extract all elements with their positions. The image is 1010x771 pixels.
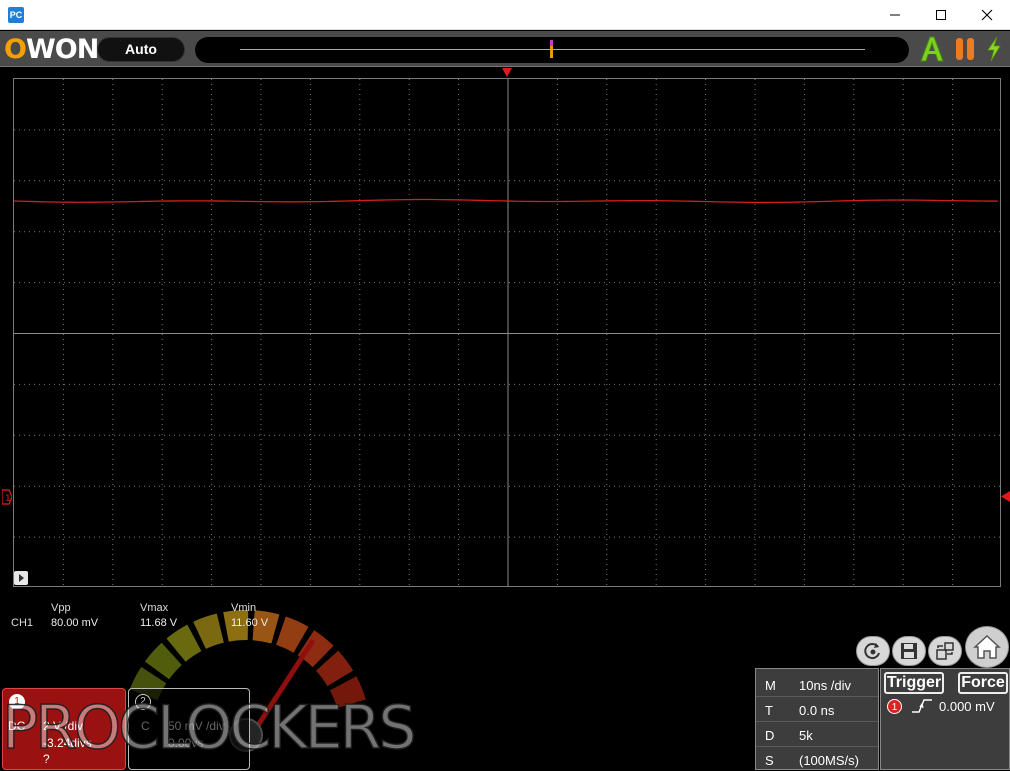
trigger-panel[interactable]: Trigger Force 1 0.000 mV <box>880 668 1010 770</box>
ch2-number-badge: 2 <box>135 694 151 710</box>
reset-button[interactable] <box>856 636 890 666</box>
timeline-position-marker[interactable] <box>550 40 553 58</box>
meas-label-vmax: Vmax <box>140 602 169 614</box>
close-icon <box>981 9 993 21</box>
force-button[interactable]: Force <box>958 672 1008 694</box>
pause-icon[interactable] <box>954 37 976 61</box>
meas-value-vmin: 11.60 V <box>231 617 269 629</box>
horizontal-position-bar[interactable] <box>195 37 909 63</box>
window-title-bar: PC <box>0 0 1010 30</box>
refresh-icon <box>864 643 880 660</box>
timebase-value: (100MS/s) <box>799 753 859 768</box>
transfer-button[interactable] <box>928 636 962 666</box>
app-icon: PC <box>8 7 24 23</box>
meas-label-vmin: Vmin <box>231 602 257 614</box>
timebase-value: 5k <box>799 728 813 743</box>
logo-text: WON <box>25 33 99 65</box>
owon-logo: O WON <box>4 33 99 65</box>
timebase-row[interactable]: T 0.0 ns <box>756 698 878 722</box>
toolbar: O WON Auto <box>0 31 1010 67</box>
ch2-panel[interactable]: 2 C 50 mV /div 0.00vs <box>128 688 250 770</box>
maximize-button[interactable] <box>918 0 964 30</box>
lightning-icon[interactable] <box>985 36 1003 62</box>
timebase-value: 10ns /div <box>799 678 852 693</box>
meas-channel-label: CH1 <box>11 617 34 629</box>
trigger-position-marker[interactable] <box>502 68 512 77</box>
save-icon <box>901 643 917 659</box>
graticule <box>14 79 1000 586</box>
auto-set-icon[interactable] <box>919 35 945 63</box>
meas-value-vpp: 80.00 mV <box>51 617 99 629</box>
trigger-level-value: 0.000 mV <box>939 699 995 714</box>
timebase-key: M <box>765 678 776 693</box>
ch2-offset: 0.00vs <box>168 736 204 750</box>
minimize-button[interactable] <box>872 0 918 30</box>
minimize-icon <box>890 14 900 16</box>
ch1-panel[interactable]: 1 DC 2 V /div -3.24divs ? <box>2 688 126 770</box>
rising-edge-icon <box>912 699 932 713</box>
meas-label-vpp: Vpp <box>51 602 71 614</box>
logo-accent: O <box>4 33 27 65</box>
timebase-panel[interactable]: M 10ns /div T 0.0 ns D 5k S (100MS/s) <box>755 668 879 770</box>
menu-expand-button[interactable] <box>14 571 28 585</box>
ch2-scale: 50 mV /div <box>168 719 225 733</box>
timebase-row[interactable]: M 10ns /div <box>756 673 878 697</box>
waveform-display[interactable] <box>13 78 1001 587</box>
timebase-key: S <box>765 753 774 768</box>
trigger-level-marker[interactable] <box>1001 491 1010 502</box>
timebase-row[interactable]: D 5k <box>756 723 878 747</box>
timebase-key: D <box>765 728 775 743</box>
ch1-trace <box>14 198 999 204</box>
home-icon <box>973 634 1001 659</box>
svg-text:1: 1 <box>5 494 11 504</box>
maximize-icon <box>936 10 946 20</box>
play-icon <box>19 574 24 582</box>
ch1-scale: 2 V /div <box>43 719 84 733</box>
save-button[interactable] <box>892 636 926 666</box>
timebase-key: T <box>765 703 773 718</box>
home-button[interactable] <box>965 626 1009 668</box>
auto-mode-button[interactable]: Auto <box>97 37 185 62</box>
ch1-number-badge: 1 <box>9 694 25 710</box>
ch1-coupling: DC <box>8 719 26 733</box>
ch2-coupling: C <box>141 719 150 733</box>
swap-windows-icon <box>936 642 954 660</box>
ch1-probe: ? <box>43 752 50 766</box>
timebase-value: 0.0 ns <box>799 703 835 718</box>
ch1-offset: -3.24divs <box>43 736 92 750</box>
trigger-button[interactable]: Trigger <box>884 672 944 694</box>
gauge-segment <box>193 613 224 649</box>
timebase-row[interactable]: S (100MS/s) <box>756 748 878 771</box>
close-button[interactable] <box>964 0 1010 30</box>
trigger-source-badge: 1 <box>887 699 902 714</box>
ch1-ground-marker[interactable]: 1 <box>2 489 12 505</box>
meas-value-vmax: 11.68 V <box>140 617 178 629</box>
